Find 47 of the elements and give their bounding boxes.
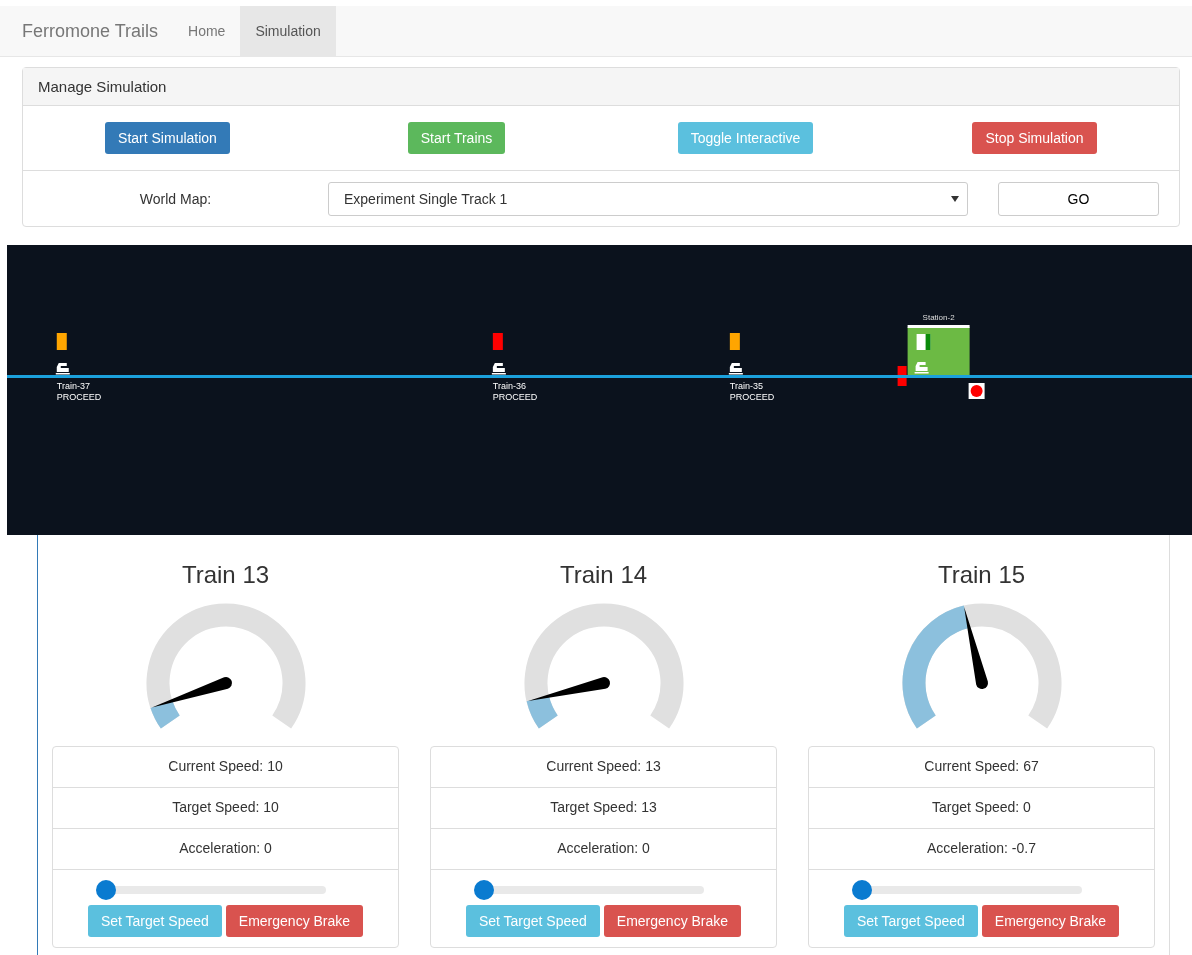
acceleration: Acceleration: 0 [53,829,398,870]
set-target-speed-button[interactable]: Set Target Speed [87,905,222,937]
acceleration: Acceleration: 0 [431,829,776,870]
slider-thumb[interactable] [95,880,116,900]
panel-title: Manage Simulation [38,78,167,95]
gauge-fill [150,700,180,729]
train-icon [728,363,743,375]
gauge-fill [526,695,558,729]
action-button[interactable]: Toggle Interactive [677,122,814,154]
nav-tab[interactable]: Home [173,6,241,56]
action-button[interactable]: Start Trains [407,122,506,154]
emergency-brake-button[interactable]: Emergency Brake [603,905,742,937]
emergency-brake-button[interactable]: Emergency Brake [981,905,1120,937]
train-title: Train 15 [937,561,1026,589]
emergency-brake-button[interactable]: Emergency Brake [225,905,364,937]
stop-icon [968,383,985,399]
nav-tab[interactable]: Simulation [240,6,336,56]
train-label: Train-37 [56,381,90,391]
current-speed: Current Speed: 67 [809,747,1154,788]
slider-thumb[interactable] [473,880,494,900]
train-status: PROCEED [492,392,538,402]
train-icon [914,362,929,374]
brand-title[interactable]: Ferromone Trails [0,6,174,56]
action-button[interactable]: Start Simulation [105,122,230,154]
train-status: PROCEED [729,392,775,402]
train-icon [55,363,70,375]
set-target-speed-button[interactable]: Set Target Speed [843,905,978,937]
target-speed: Target Speed: 10 [53,788,398,829]
caret-icon [951,195,959,202]
current-speed: Current Speed: 10 [53,747,398,788]
set-target-speed-button[interactable]: Set Target Speed [465,905,600,937]
slider-thumb[interactable] [851,880,872,900]
train-label: Train-36 [492,381,527,391]
station-label: Station-2 [922,313,955,322]
world-map-label: World Map: [138,190,213,207]
acceleration: Acceleration: -0.7 [809,829,1154,870]
train-status: PROCEED [56,392,102,402]
target-speed: Target Speed: 0 [809,788,1154,829]
world-map-select[interactable]: Experiment Single Track 1 [328,181,968,216]
go-button[interactable]: GO [998,181,1159,216]
train-label: Train-35 [729,381,764,391]
train-title: Train 13 [181,561,270,589]
action-button[interactable]: Stop Simulation [972,122,1097,154]
current-speed: Current Speed: 13 [431,747,776,788]
train-title: Train 14 [559,561,648,589]
train-icon [491,363,506,375]
target-speed: Target Speed: 13 [431,788,776,829]
